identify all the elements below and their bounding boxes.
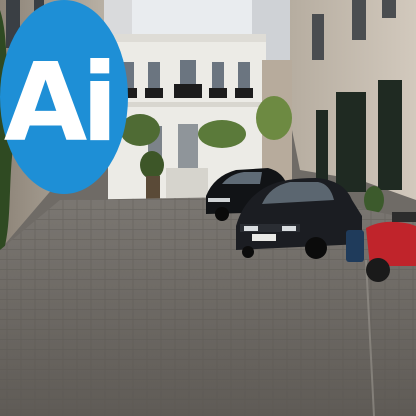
logo-text: Ai (4, 41, 113, 166)
ai-logo: Ai (0, 0, 128, 194)
trash-bin (346, 230, 364, 262)
photo-scene: Ai (0, 0, 416, 416)
